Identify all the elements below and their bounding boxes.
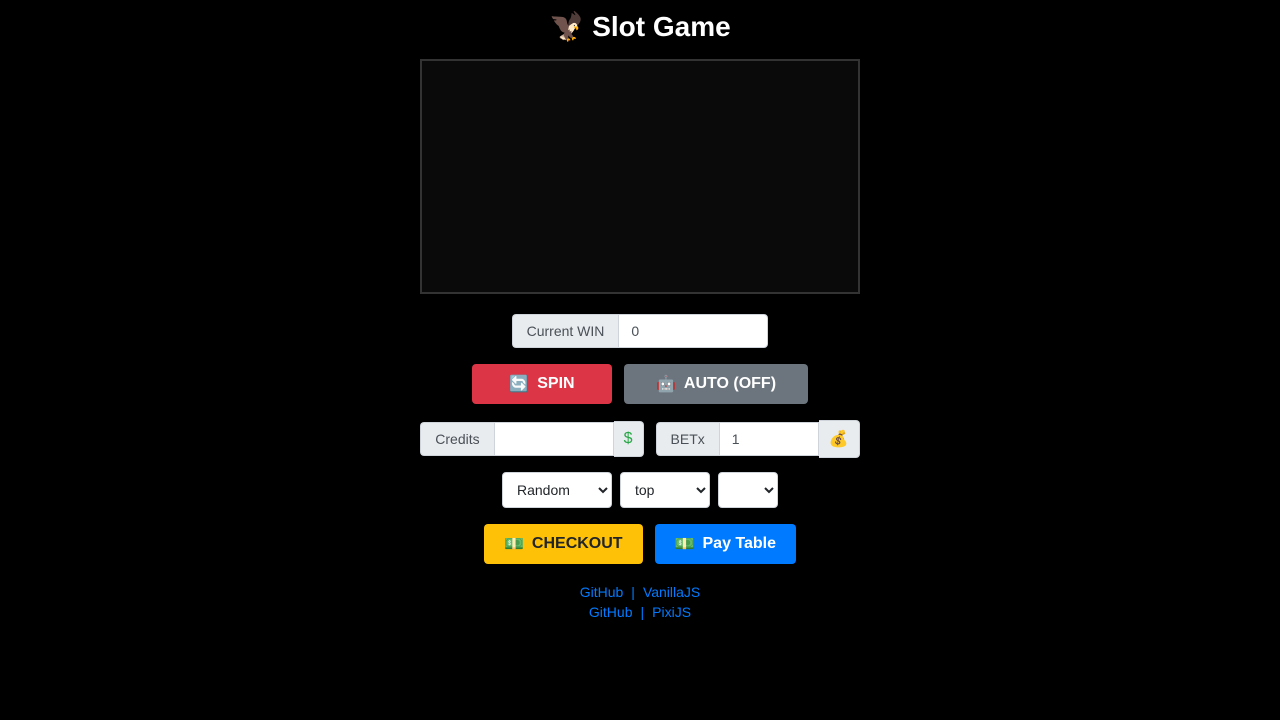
android-icon: 🤖: [656, 374, 676, 394]
position-dropdown[interactable]: top middle bottom: [620, 472, 710, 508]
blank-dropdown[interactable]: 1 2: [718, 472, 778, 508]
current-win-label: Current WIN: [512, 314, 619, 348]
spin-label: SPIN: [537, 375, 574, 393]
footer-row-1: GitHub | VanillaJS: [580, 584, 701, 600]
current-win-input[interactable]: [618, 314, 768, 348]
bet-label: BETx: [656, 422, 719, 456]
paytable-button[interactable]: 💵 Pay Table: [655, 524, 796, 564]
bet-input[interactable]: [719, 422, 819, 456]
page-title: Slot Game: [592, 11, 730, 43]
credits-group: Credits $: [420, 421, 643, 457]
random-dropdown[interactable]: Random Sequential: [502, 472, 612, 508]
bet-coin-button[interactable]: 💰: [819, 420, 860, 458]
checkout-label: CHECKOUT: [532, 535, 623, 553]
page-header: 🦅 Slot Game: [549, 10, 730, 43]
credits-bet-row: Credits $ BETx 💰: [420, 420, 859, 458]
footer-row-2: GitHub | PixiJS: [580, 604, 701, 620]
github-link-2[interactable]: GitHub: [589, 604, 633, 620]
bet-group: BETx 💰: [656, 420, 860, 458]
credits-label: Credits: [420, 422, 493, 456]
github-link-1[interactable]: GitHub: [580, 584, 624, 600]
spin-button[interactable]: 🔄 SPIN: [472, 364, 612, 404]
paytable-icon: 💵: [675, 534, 695, 554]
pixijs-link[interactable]: PixiJS: [652, 604, 691, 620]
checkout-icon: 💵: [504, 534, 524, 554]
footer-separator-1: |: [631, 584, 635, 600]
footer-separator-2: |: [641, 604, 645, 620]
auto-label: AUTO (OFF): [684, 375, 776, 393]
auto-button[interactable]: 🤖 AUTO (OFF): [624, 364, 808, 404]
vanillajs-link[interactable]: VanillaJS: [643, 584, 700, 600]
action-buttons-row: 💵 CHECKOUT 💵 Pay Table: [484, 524, 796, 564]
footer-links: GitHub | VanillaJS GitHub | PixiJS: [580, 584, 701, 624]
credits-input[interactable]: [494, 422, 614, 456]
dropdowns-row: Random Sequential top middle bottom 1 2: [502, 472, 778, 508]
checkout-button[interactable]: 💵 CHECKOUT: [484, 524, 643, 564]
buttons-row: 🔄 SPIN 🤖 AUTO (OFF): [472, 364, 808, 404]
bird-icon: 🦅: [549, 10, 584, 43]
refresh-icon: 🔄: [509, 374, 529, 394]
paytable-label: Pay Table: [703, 535, 777, 553]
current-win-row: Current WIN: [512, 314, 769, 348]
credits-dollar-button[interactable]: $: [614, 421, 644, 457]
game-canvas: [420, 59, 860, 294]
